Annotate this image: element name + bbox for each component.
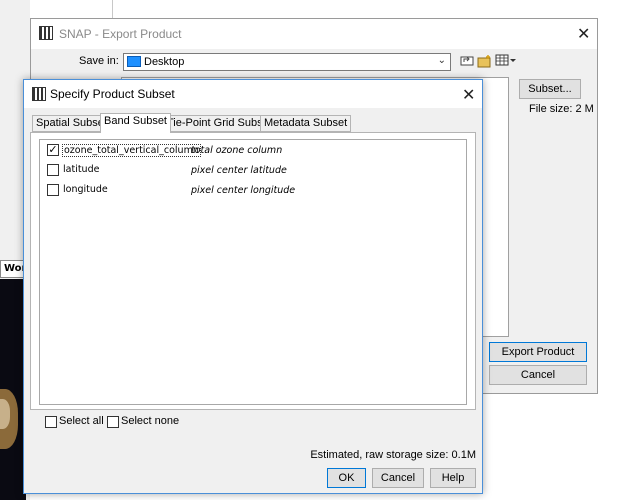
chevron-down-icon: ⌄ <box>437 55 446 66</box>
band-description: total ozone column <box>191 145 283 156</box>
export-product-button[interactable]: Export Product <box>489 342 587 362</box>
dialog-title-bar[interactable]: Specify Product Subset ✕ <box>24 80 482 108</box>
export-close-icon[interactable]: ✕ <box>577 24 590 43</box>
tab-band-subset[interactable]: Band Subset <box>100 113 171 133</box>
tab-metadata-subset[interactable]: Metadata Subset <box>260 115 352 132</box>
export-title-bar[interactable]: SNAP - Export Product ✕ <box>31 19 597 49</box>
background-divider <box>112 0 113 20</box>
band-subset-panel: ✓ ozone_total_vertical_column total ozon… <box>30 132 476 410</box>
save-in-label: Save in: <box>79 55 119 67</box>
snap-app-icon <box>32 87 46 101</box>
dialog-title: Specify Product Subset <box>50 87 175 101</box>
band-name[interactable]: ozone_total_vertical_column <box>62 144 201 157</box>
select-all-checkbox[interactable] <box>45 416 57 428</box>
ok-button[interactable]: OK <box>327 468 366 488</box>
tab-tie-point-grid-subset[interactable]: Tie-Point Grid Subset <box>163 115 276 132</box>
file-size-label: File size: 2 M <box>529 103 594 115</box>
select-none-label[interactable]: Select none <box>121 415 179 427</box>
export-window-title: SNAP - Export Product <box>59 27 182 41</box>
dialog-close-icon[interactable]: ✕ <box>462 85 475 104</box>
checkmark-icon: ✓ <box>48 143 58 156</box>
select-none-checkbox[interactable] <box>107 416 119 428</box>
desktop-icon <box>127 56 141 67</box>
save-in-value: Desktop <box>144 56 185 68</box>
band-description: pixel center latitude <box>191 165 287 176</box>
subset-button[interactable]: Subset... <box>519 79 581 99</box>
band-checkbox[interactable]: ✓ <box>47 144 59 156</box>
export-cancel-button[interactable]: Cancel <box>489 365 587 385</box>
view-menu-icon[interactable] <box>495 54 517 68</box>
band-checkbox[interactable] <box>47 184 59 196</box>
band-name[interactable]: longitude <box>63 184 108 195</box>
save-in-dropdown[interactable]: Desktop ⌄ <box>123 53 451 71</box>
snap-app-icon <box>39 26 53 40</box>
band-list: ✓ ozone_total_vertical_column total ozon… <box>39 139 467 405</box>
specify-product-subset-dialog: Specify Product Subset ✕ Spatial Subset … <box>23 79 483 494</box>
up-folder-icon[interactable] <box>459 54 475 68</box>
storage-size-label: Estimated, raw storage size: 0.1M <box>310 449 476 461</box>
band-description: pixel center longitude <box>191 185 296 196</box>
new-folder-icon[interactable] <box>477 54 493 68</box>
band-name[interactable]: latitude <box>63 164 99 175</box>
band-checkbox[interactable] <box>47 164 59 176</box>
dialog-cancel-button[interactable]: Cancel <box>372 468 424 488</box>
help-button[interactable]: Help <box>430 468 476 488</box>
select-all-label[interactable]: Select all <box>59 415 104 427</box>
